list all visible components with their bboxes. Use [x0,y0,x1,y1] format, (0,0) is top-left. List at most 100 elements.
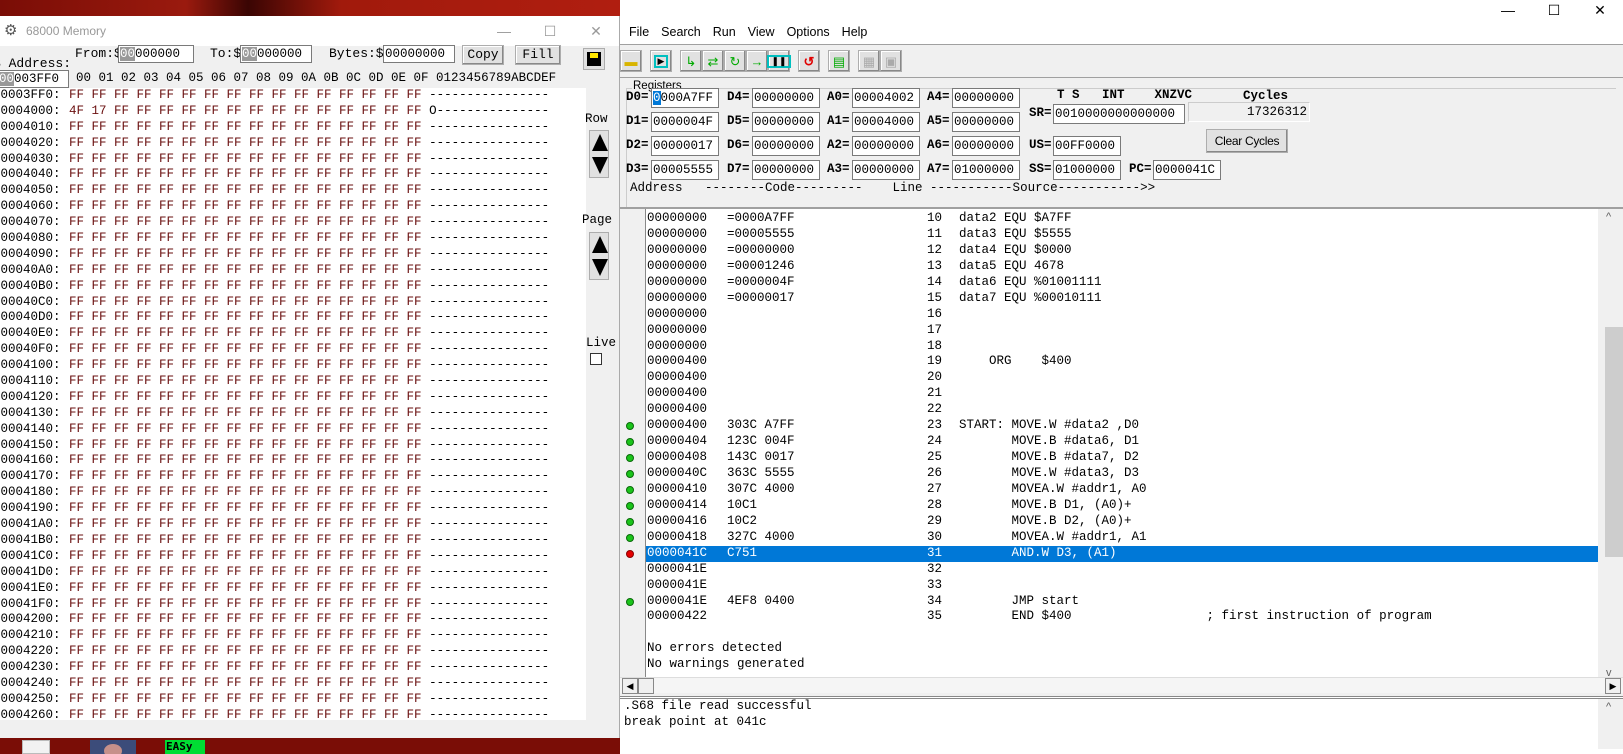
memory-row-bytes[interactable]: FF FF FF FF FF FF FF FF FF FF FF FF FF F… [69,549,422,563]
listing-row[interactable]: 0000040C 363C 5555 26 MOVE.W #data3, D3 [646,466,1598,482]
listing-row[interactable]: 00000000 16 [646,307,1598,323]
memory-row-bytes[interactable]: FF FF FF FF FF FF FF FF FF FF FF FF FF F… [69,199,422,213]
memory-row-bytes[interactable]: FF FF FF FF FF FF FF FF FF FF FF FF FF F… [69,692,422,706]
memory-row-bytes[interactable]: FF FF FF FF FF FF FF FF FF FF FF FF FF F… [69,183,422,197]
memory-row[interactable]: 000040E0: FF FF FF FF FF FF FF FF FF FF F… [0,326,586,342]
memory-row[interactable]: 000040A0: FF FF FF FF FF FF FF FF FF FF F… [0,263,586,279]
memory-row[interactable]: 00004230: FF FF FF FF FF FF FF FF FF FF F… [0,660,586,676]
listing-row[interactable]: 00000000 =0000004F 14 data6 EQU %01001111 [646,275,1598,291]
memory-grid[interactable]: 00003FF0: FF FF FF FF FF FF FF FF FF FF F… [0,88,586,720]
memory-row-bytes[interactable]: FF FF FF FF FF FF FF FF FF FF FF FF FF F… [69,374,422,388]
assembler-message[interactable]: No errors detected [646,641,1598,657]
memory-row[interactable]: 00004240: FF FF FF FF FF FF FF FF FF FF F… [0,676,586,692]
open-file-icon[interactable]: ▤ [828,50,850,72]
listing-row[interactable]: 00000410 307C 4000 27 MOVEA.W #addr1, A0 [646,482,1598,498]
d2-field[interactable]: 00000017 [651,136,719,156]
log-disabled-icon[interactable]: ▦ [858,50,880,72]
memory-row[interactable]: 000040F0: FF FF FF FF FF FF FF FF FF FF F… [0,342,586,358]
run-icon[interactable]: ▶ [650,50,672,72]
a0-field[interactable]: 00004002 [852,88,920,108]
memory-row-bytes[interactable]: FF FF FF FF FF FF FF FF FF FF FF FF FF F… [69,152,422,166]
row-scroll-buttons[interactable] [589,130,609,178]
breakpoint-icon[interactable] [626,470,634,479]
memory-row[interactable]: 000041B0: FF FF FF FF FF FF FF FF FF FF F… [0,533,586,549]
breakpoint-gutter[interactable] [620,209,645,695]
listing-row[interactable]: 00000400 22 [646,402,1598,418]
listing-row[interactable]: 00000400 303C A7FF 23 START: MOVE.W #data2 … [646,418,1598,434]
memory-row-bytes[interactable]: FF FF FF FF FF FF FF FF FF FF FF FF FF F… [69,167,422,181]
page-down-arrow-icon[interactable] [592,259,608,276]
a1-field[interactable]: 00004000 [852,112,920,132]
breakpoint-icon[interactable] [626,534,634,542]
to-field[interactable]: 00000000 [240,45,312,63]
memory-row[interactable]: 00004120: FF FF FF FF FF FF FF FF FF FF F… [0,390,586,406]
memory-row-bytes[interactable]: FF FF FF FF FF FF FF FF FF FF FF FF FF F… [69,88,422,102]
memory-row[interactable]: 00004150: FF FF FF FF FF FF FF FF FF FF F… [0,438,586,454]
pc-field[interactable]: 0000041C [1153,160,1221,180]
memory-row[interactable]: 00004190: FF FF FF FF FF FF FF FF FF FF F… [0,501,586,517]
a7-field[interactable]: 01000000 [952,160,1020,180]
memory-row[interactable]: 00004080: FF FF FF FF FF FF FF FF FF FF F… [0,231,586,247]
live-checkbox[interactable] [590,353,602,365]
listing-row[interactable]: 00000404 123C 004F 24 MOVE.B #data6, D1 [646,434,1598,450]
listing-row[interactable]: 00000418 327C 4000 30 MOVEA.W #addr1, A1 [646,530,1598,546]
memory-row-bytes[interactable]: FF FF FF FF FF FF FF FF FF FF FF FF FF F… [69,406,422,420]
memory-row[interactable]: 00004010: FF FF FF FF FF FF FF FF FF FF F… [0,120,586,136]
memory-row[interactable]: 000040B0: FF FF FF FF FF FF FF FF FF FF F… [0,279,586,295]
step-return-icon[interactable]: ↻ [724,50,746,72]
breakpoint-icon[interactable] [626,486,634,495]
memory-row[interactable]: 00004250: FF FF FF FF FF FF FF FF FF FF F… [0,692,586,708]
memory-row-bytes[interactable]: FF FF FF FF FF FF FF FF FF FF FF FF FF F… [69,501,422,515]
page-scroll-buttons[interactable] [589,232,609,280]
address-field[interactable]: 00003FF0 [0,70,69,88]
d3-field[interactable]: 00005555 [651,160,719,180]
listing-row[interactable]: 00000000 =00001246 13 data5 EQU 4678 [646,259,1598,275]
memory-row[interactable]: 00004180: FF FF FF FF FF FF FF FF FF FF F… [0,485,586,501]
a5-field[interactable]: 00000000 [952,112,1020,132]
memory-row-bytes[interactable]: FF FF FF FF FF FF FF FF FF FF FF FF FF F… [69,215,422,229]
listing-row[interactable]: 00000414 10C1 28 MOVE.B D1, (A0)+ [646,498,1598,514]
menu-options[interactable]: Options [781,25,836,39]
listing-row-current[interactable]: 0000041C C751 31 AND.W D3, (A1) [646,545,1598,562]
listing-row[interactable]: 00000400 19 ORG $400 [646,354,1598,370]
listing-row[interactable]: 00000408 143C 0017 25 MOVE.B #data7, D2 [646,450,1598,466]
memory-row-bytes[interactable]: FF FF FF FF FF FF FF FF FF FF FF FF FF F… [69,533,422,547]
a6-field[interactable]: 00000000 [952,136,1020,156]
breakpoint-icon[interactable] [626,454,634,463]
memory-row-bytes[interactable]: FF FF FF FF FF FF FF FF FF FF FF FF FF F… [69,390,422,404]
page-up-arrow-icon[interactable] [592,236,608,253]
memory-row-bytes[interactable]: FF FF FF FF FF FF FF FF FF FF FF FF FF F… [69,517,422,531]
menu-run[interactable]: Run [707,25,742,39]
memory-row-bytes[interactable]: FF FF FF FF FF FF FF FF FF FF FF FF FF F… [69,565,422,579]
main-title-bar[interactable] [620,0,1623,20]
listing-row[interactable]: 00000400 20 [646,370,1598,386]
reset-icon[interactable]: ↺ [798,50,820,72]
scrollbar-thumb[interactable] [1605,327,1623,557]
memory-row[interactable]: 000041D0: FF FF FF FF FF FF FF FF FF FF F… [0,565,586,581]
listing-horizontal-scrollbar[interactable]: ◀ ▶ [620,677,1623,694]
a2-field[interactable]: 00000000 [852,136,920,156]
memory-row-bytes[interactable]: FF FF FF FF FF FF FF FF FF FF FF FF FF F… [69,644,422,658]
scroll-right-icon[interactable]: ▶ [1605,678,1621,694]
memory-row-bytes[interactable]: FF FF FF FF FF FF FF FF FF FF FF FF FF F… [69,263,422,277]
memory-row[interactable]: 000040C0: FF FF FF FF FF FF FF FF FF FF F… [0,295,586,311]
listing-row[interactable]: 00000000 =0000A7FF 10 data2 EQU $A7FF [646,211,1598,227]
memory-row[interactable]: 00004060: FF FF FF FF FF FF FF FF FF FF F… [0,199,586,215]
memory-row-bytes[interactable]: FF FF FF FF FF FF FF FF FF FF FF FF FF F… [69,438,422,452]
memory-row[interactable]: 00003FF0: FF FF FF FF FF FF FF FF FF FF F… [0,88,586,104]
hscroll-thumb[interactable] [638,678,654,694]
d0-field[interactable]: 0000A7FF [651,88,719,108]
memory-row-bytes[interactable]: FF FF FF FF FF FF FF FF FF FF FF FF FF F… [69,342,422,356]
fill-button[interactable]: Fill [515,45,561,65]
menu-search[interactable]: Search [655,25,707,39]
listing-row[interactable]: 00000000 17 [646,323,1598,339]
msg-scroll-up-icon[interactable]: ^ [1606,701,1611,713]
step-over-icon[interactable]: ↳ [680,50,702,72]
sr-field[interactable]: 0010000000000000 [1053,104,1185,124]
run-to-cursor-icon[interactable]: → [746,50,768,72]
memory-row-bytes[interactable]: FF FF FF FF FF FF FF FF FF FF FF FF FF F… [69,628,422,642]
memory-row[interactable]: 00004000: 4F 17 FF FF FF FF FF FF FF FF F… [0,104,586,120]
listing-text[interactable]: 00000000 =0000A7FF 10 data2 EQU $A7FF 000000… [645,209,1598,693]
memory-row-bytes[interactable]: FF FF FF FF FF FF FF FF FF FF FF FF FF F… [69,581,422,595]
main-minimize-button[interactable]: — [1485,0,1531,20]
